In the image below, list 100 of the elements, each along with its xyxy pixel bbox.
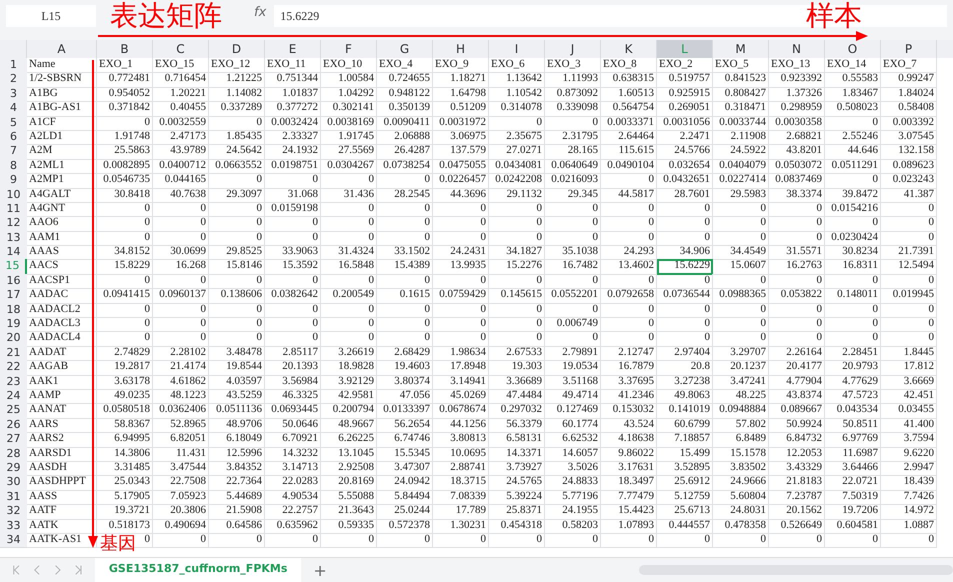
table-cell: 22.7364 [209,475,265,491]
column-header[interactable]: M [713,40,769,58]
table-cell: 60.6799 [657,418,713,434]
table-cell: 41.400 [881,418,937,434]
table-cell: 31.068 [265,188,321,203]
table-cell: 0 [825,532,881,548]
column-header[interactable]: A [27,40,97,58]
table-cell: EXO_12 [209,58,265,74]
table-cell: 3.14941 [433,374,489,390]
table-cell: 6.62532 [545,432,601,448]
table-cell: 0 [97,317,153,332]
table-cell: 0.044165 [153,173,209,189]
table-cell: 15.6229 [657,259,713,275]
table-cell: 0 [153,317,209,332]
column-header[interactable]: D [209,40,265,58]
row-header[interactable]: 22 [0,360,27,376]
table-cell: 3.31485 [97,460,153,476]
row-header[interactable]: 28 [0,446,27,462]
column-header[interactable]: G [377,40,433,58]
table-cell: 0 [209,532,265,548]
next-sheet-icon[interactable] [53,564,62,576]
add-sheet-button[interactable]: + [313,560,327,580]
table-cell: AAK1 [27,374,97,390]
table-cell: 0.0941415 [97,288,153,304]
row-header[interactable]: 12 [0,216,27,232]
table-cell: 2.79891 [545,346,601,362]
table-cell: EXO_7 [881,58,937,74]
row-header[interactable]: 7 [0,144,27,160]
row-header[interactable]: 2 [0,72,27,88]
table-cell: 3.37695 [601,374,657,390]
table-cell: AAO6 [27,216,97,232]
table-cell: EXO_4 [377,58,433,74]
table-cell: 27.0271 [489,144,545,160]
table-cell: 16.2763 [769,259,825,275]
function-label[interactable]: fx [254,5,266,20]
column-header[interactable]: B [97,40,153,58]
table-cell: 29.1132 [489,188,545,203]
previous-sheet-icon[interactable] [32,564,42,576]
column-header[interactable]: H [433,40,489,58]
first-sheet-icon[interactable] [12,564,21,576]
table-cell: 0 [209,274,265,290]
row-header[interactable]: 33 [0,518,27,534]
column-header[interactable]: P [881,40,937,58]
table-cell: 30.0699 [153,245,209,260]
table-cell: 0.638315 [601,72,657,88]
table-cell: 0 [601,274,657,290]
table-cell: 0 [209,173,265,189]
table-cell: 3.83502 [713,460,769,476]
table-cell: 0.0503072 [769,158,825,174]
last-sheet-icon[interactable] [74,564,83,576]
table-cell: 1.13642 [489,72,545,88]
column-header[interactable]: C [153,40,209,58]
row-header[interactable]: 17 [0,288,27,304]
table-cell: A1BG-AS1 [27,101,97,117]
table-cell: 0 [713,532,769,548]
table-cell: 0 [825,173,881,189]
table-cell: 17.789 [433,504,489,520]
column-header[interactable]: N [769,40,825,58]
table-cell: 0.635962 [265,518,321,534]
table-cell: AANAT [27,403,97,419]
row-header[interactable]: 30 [0,475,27,491]
row-header[interactable]: 5 [0,116,27,131]
table-cell: 0 [433,202,489,218]
table-cell: 49.8063 [657,388,713,404]
row-header[interactable]: 10 [0,188,27,203]
table-cell: AADACL3 [27,317,97,332]
row-header[interactable]: 14 [0,245,27,260]
column-header[interactable]: F [321,40,377,58]
table-cell: 0 [153,274,209,290]
row-header[interactable]: 32 [0,504,27,520]
table-cell: 0 [321,274,377,290]
table-cell: 0 [265,532,321,548]
table-cell: 28.165 [545,144,601,160]
table-cell: 47.4484 [489,388,545,404]
table-cell: 0.0837469 [769,173,825,189]
row-header[interactable]: 19 [0,317,27,332]
row-header[interactable]: 1 [0,58,27,74]
table-cell: A2MP1 [27,173,97,189]
table-cell: 0.0033371 [601,116,657,131]
table-cell: 42.9581 [321,388,377,404]
table-cell: 7.77479 [601,490,657,506]
table-cell: 0 [209,230,265,246]
row-header[interactable]: 25 [0,403,27,419]
row-header[interactable]: 4 [0,101,27,117]
table-cell: 28.2545 [377,188,433,203]
table-cell: 0.64586 [209,518,265,534]
name-box[interactable]: L15 [6,5,96,27]
row-header[interactable]: 27 [0,432,27,448]
table-cell: 0 [153,331,209,347]
table-cell: 0 [489,216,545,232]
column-header[interactable]: E [265,40,321,58]
row-header[interactable]: 20 [0,331,27,347]
table-cell: 15.0607 [713,259,769,275]
table-cell: 15.4389 [377,259,433,275]
column-header[interactable]: I [489,40,545,58]
column-header[interactable]: J [545,40,601,58]
table-cell: 0 [713,274,769,290]
row-header[interactable]: 34 [0,532,27,548]
row-header[interactable]: 9 [0,173,27,189]
table-cell: 0 [153,202,209,218]
